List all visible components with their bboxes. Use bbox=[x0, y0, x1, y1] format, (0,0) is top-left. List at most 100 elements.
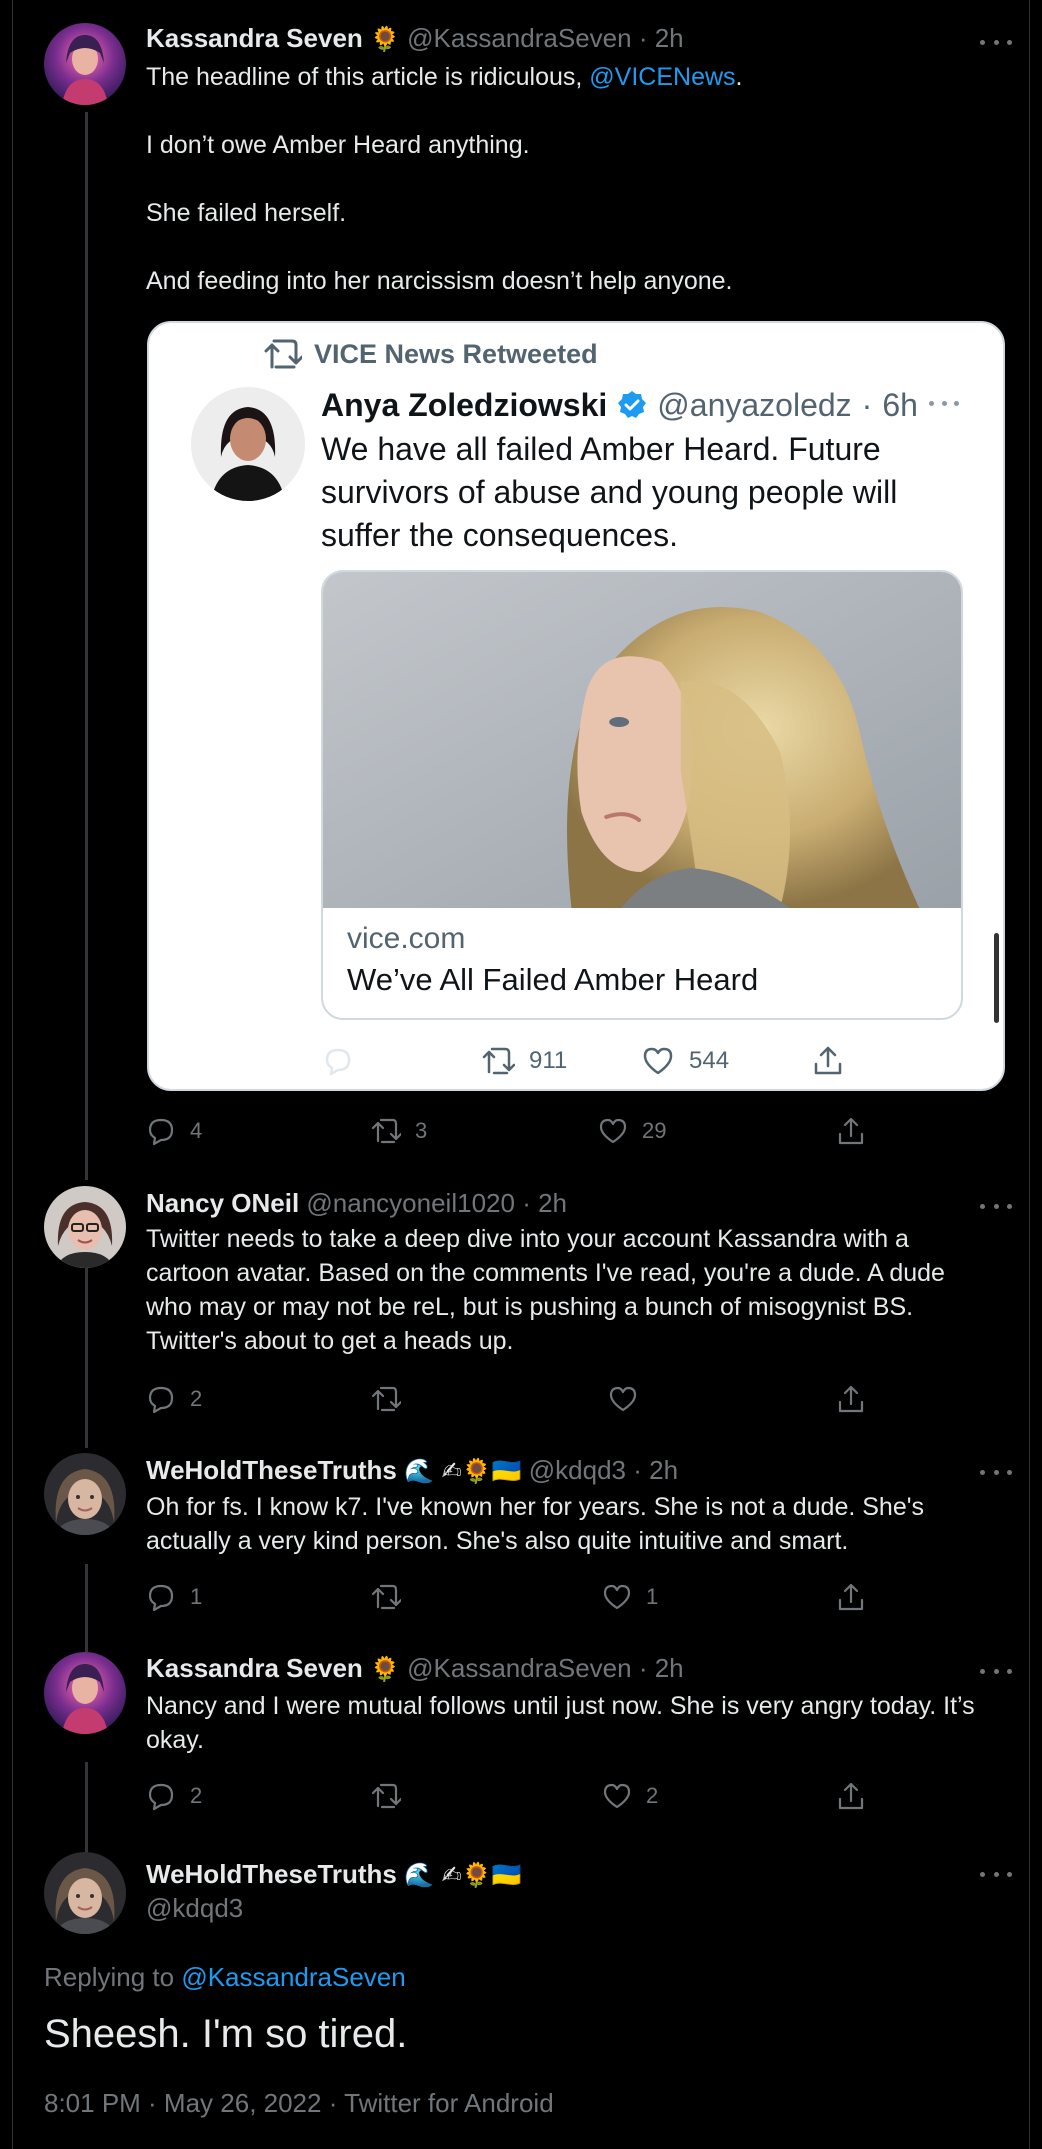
reply-icon bbox=[148, 1386, 174, 1414]
separator-dot: · bbox=[522, 1188, 531, 1218]
more-icon[interactable] bbox=[980, 32, 1012, 52]
reply-icon bbox=[148, 1584, 174, 1612]
tweet-text: Sheesh. I'm so tired. bbox=[44, 2012, 408, 2056]
retweet-icon bbox=[264, 339, 302, 369]
retweet-count: 3 bbox=[415, 1118, 428, 1143]
link-preview-card[interactable]: vice.com We’ve All Failed Amber Heard bbox=[321, 570, 963, 1020]
author-handle[interactable]: @nancyoneil1020 bbox=[306, 1188, 515, 1218]
avatar[interactable] bbox=[191, 387, 305, 501]
retweet-button[interactable] bbox=[371, 1779, 401, 1813]
scrollbar[interactable] bbox=[994, 933, 999, 1023]
timestamp[interactable]: 6h bbox=[882, 385, 918, 425]
more-icon[interactable] bbox=[980, 1661, 1012, 1681]
more-icon[interactable] bbox=[980, 1462, 1012, 1482]
tweet-paragraph: The headline of this article is ridiculo… bbox=[146, 60, 996, 94]
author-handle[interactable]: @kdqd3 bbox=[146, 1893, 243, 1924]
share-button[interactable] bbox=[836, 1114, 866, 1148]
reply-button[interactable] bbox=[321, 1041, 355, 1081]
author-name[interactable]: WeHoldTheseTruths bbox=[146, 1859, 397, 1889]
tweet-metadata[interactable]: 8:01 PM · May 26, 2022 · Twitter for And… bbox=[44, 2088, 554, 2119]
tweet-header: Kassandra Seven 🌻 @KassandraSeven · 2h bbox=[146, 22, 684, 55]
author-name[interactable]: Anya Zoledziowski bbox=[321, 385, 607, 425]
share-icon bbox=[838, 1385, 864, 1413]
avatar[interactable] bbox=[44, 1652, 126, 1734]
separator-dot: · bbox=[638, 23, 648, 53]
like-button[interactable] bbox=[608, 1382, 638, 1416]
author-handle[interactable]: @anyazoledz bbox=[657, 385, 851, 425]
share-icon bbox=[838, 1117, 864, 1145]
avatar[interactable] bbox=[44, 1852, 126, 1934]
reply-icon bbox=[148, 1783, 174, 1811]
retweet-count: 911 bbox=[529, 1047, 568, 1074]
avatar[interactable] bbox=[44, 1186, 126, 1268]
like-button[interactable]: 1 bbox=[602, 1580, 658, 1614]
reply-count: 1 bbox=[190, 1584, 203, 1609]
tweet-header: Nancy ONeil @nancyoneil1020 · 2h bbox=[146, 1187, 567, 1219]
thread-line bbox=[85, 112, 88, 1180]
like-button[interactable]: 29 bbox=[598, 1114, 666, 1148]
heart-icon bbox=[609, 1386, 637, 1412]
separator-dot: · bbox=[861, 387, 873, 423]
quoted-tweet-text: We have all failed Amber Heard. Future s… bbox=[321, 431, 898, 553]
reply-button[interactable]: 1 bbox=[146, 1580, 202, 1614]
more-icon[interactable] bbox=[980, 1196, 1012, 1216]
tweet-text: The headline of this article is ridiculo… bbox=[146, 60, 996, 298]
more-icon[interactable] bbox=[929, 401, 959, 411]
tweet-text: Oh for fs. I know k7. I've known her for… bbox=[146, 1493, 924, 1555]
more-icon[interactable] bbox=[980, 1864, 1012, 1884]
reply-count: 2 bbox=[190, 1783, 203, 1808]
retweet-button[interactable]: 3 bbox=[371, 1114, 427, 1148]
reply-icon bbox=[325, 1048, 351, 1076]
reply-button[interactable]: 2 bbox=[146, 1382, 202, 1416]
heart-icon bbox=[599, 1118, 627, 1144]
retweet-icon bbox=[482, 1047, 515, 1075]
reply-button[interactable]: 4 bbox=[146, 1114, 202, 1148]
retweeted-by-text: VICE News Retweeted bbox=[314, 338, 598, 369]
share-button[interactable] bbox=[836, 1382, 866, 1416]
tweet-action-bar: 4 3 29 bbox=[146, 1114, 876, 1148]
text-segment: The headline of this article is ridiculo… bbox=[146, 63, 590, 91]
author-name[interactable]: Kassandra Seven bbox=[146, 23, 363, 53]
timestamp[interactable]: 2h bbox=[655, 23, 684, 53]
separator-dot: · bbox=[638, 1653, 648, 1683]
thread-line bbox=[85, 1564, 88, 1652]
author-handle[interactable]: @KassandraSeven bbox=[407, 23, 631, 53]
author-name[interactable]: WeHoldTheseTruths bbox=[146, 1455, 397, 1485]
share-button[interactable] bbox=[836, 1580, 866, 1614]
retweet-button[interactable] bbox=[371, 1580, 401, 1614]
tweet-header: Kassandra Seven 🌻 @KassandraSeven · 2h bbox=[146, 1652, 684, 1685]
timestamp[interactable]: 2h bbox=[538, 1188, 567, 1218]
share-icon bbox=[838, 1583, 864, 1611]
emoji-badges: 🌊 ✍🌻🇺🇦 bbox=[404, 1457, 522, 1485]
like-count: 29 bbox=[642, 1118, 667, 1143]
reply-icon bbox=[148, 1118, 174, 1146]
retweeted-label: VICE News Retweeted bbox=[264, 337, 598, 371]
author-name[interactable]: Kassandra Seven bbox=[146, 1653, 363, 1683]
reply-button[interactable]: 2 bbox=[146, 1779, 202, 1813]
timestamp[interactable]: 2h bbox=[655, 1653, 684, 1683]
mention-link[interactable]: @KassandraSeven bbox=[181, 1962, 405, 1992]
timestamp[interactable]: 2h bbox=[649, 1455, 678, 1485]
tweet-action-bar: 1 1 bbox=[146, 1580, 876, 1614]
like-button[interactable]: 2 bbox=[602, 1779, 658, 1813]
embedded-tweet-card[interactable]: VICE News Retweeted Anya Zoledziowski @a… bbox=[147, 321, 1005, 1091]
reply-count: 2 bbox=[190, 1386, 203, 1411]
retweet-icon bbox=[371, 1386, 401, 1412]
avatar[interactable] bbox=[44, 1453, 126, 1535]
retweet-icon bbox=[371, 1584, 401, 1610]
retweet-button[interactable] bbox=[371, 1382, 401, 1416]
author-handle[interactable]: @kdqd3 bbox=[529, 1455, 626, 1485]
avatar[interactable] bbox=[44, 23, 126, 105]
heart-icon bbox=[643, 1047, 673, 1075]
author-handle[interactable]: @KassandraSeven bbox=[407, 1653, 631, 1683]
quoted-tweet-header: Anya Zoledziowski @anyazoledz · 6h bbox=[321, 385, 918, 425]
like-button[interactable]: 544 bbox=[641, 1041, 729, 1081]
share-button[interactable] bbox=[836, 1779, 866, 1813]
tweet-paragraph: And feeding into her narcissism doesn’t … bbox=[146, 267, 733, 295]
share-button[interactable] bbox=[811, 1041, 845, 1081]
share-icon bbox=[814, 1046, 842, 1075]
author-name[interactable]: Nancy ONeil bbox=[146, 1188, 299, 1218]
mention-link[interactable]: @VICENews bbox=[589, 63, 735, 91]
heart-icon bbox=[603, 1783, 631, 1809]
retweet-button[interactable]: 911 bbox=[481, 1041, 567, 1081]
